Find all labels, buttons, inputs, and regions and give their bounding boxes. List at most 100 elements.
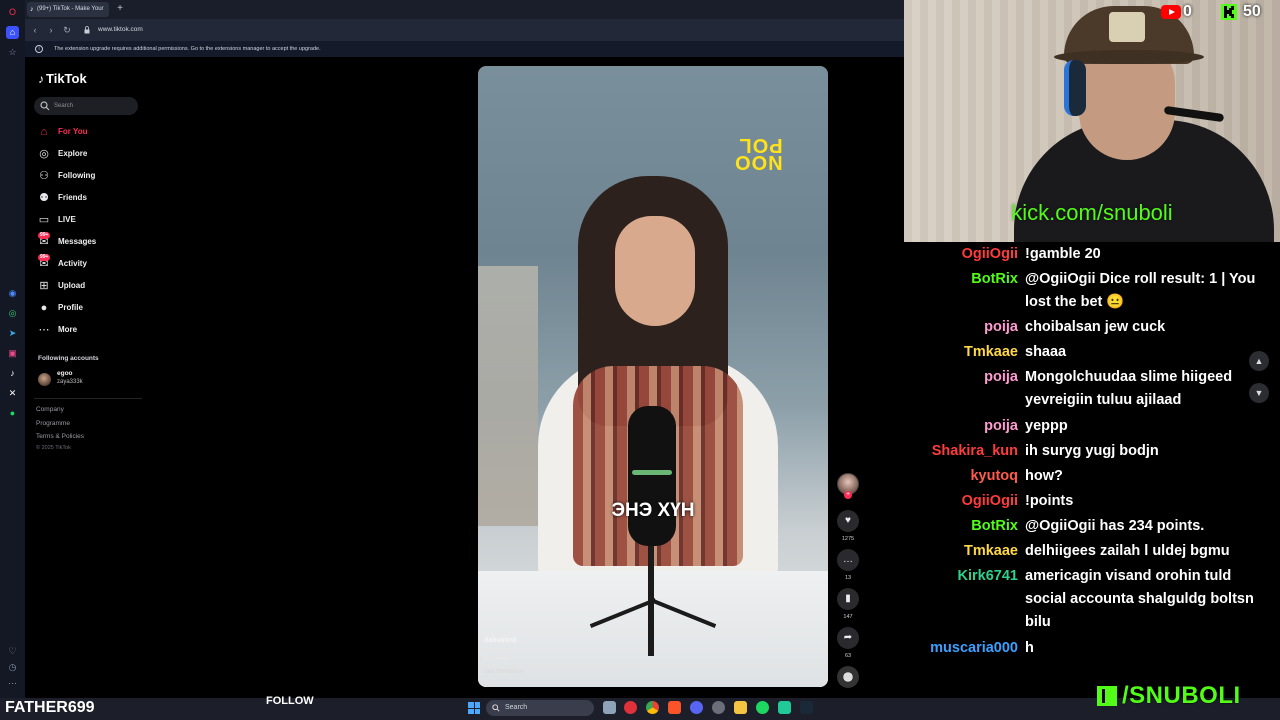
video-player[interactable]: NOO POL ЭНЭ ХҮН dahuvan0 Б.Ринчен See tra…: [478, 66, 828, 687]
share-count: 63: [844, 653, 852, 659]
youtube-icon: [1161, 5, 1181, 19]
chat-text: !points: [1025, 493, 1074, 509]
footer-link-company[interactable]: Company: [36, 406, 64, 413]
x-icon[interactable]: ✕: [6, 387, 19, 400]
kick-url: kick.com/snuboli: [1011, 200, 1173, 225]
brave-icon[interactable]: [668, 701, 681, 714]
nav-label: Messages: [58, 237, 97, 246]
avatar[interactable]: [38, 373, 51, 386]
file-explorer-icon[interactable]: [734, 701, 747, 714]
presenter-face: [615, 216, 695, 326]
steam-icon[interactable]: [800, 701, 813, 714]
chat-username[interactable]: OgiiOgii: [904, 490, 1018, 513]
chat-username[interactable]: Shakira_kun: [904, 440, 1018, 463]
tiktok-logo-text: TikTok: [46, 71, 87, 86]
nav-for-you[interactable]: ⌂ For You: [34, 122, 142, 142]
more-icon[interactable]: ⋯: [6, 677, 19, 690]
nav-following[interactable]: ⚇ Following: [34, 166, 142, 186]
heart-icon[interactable]: ♡: [6, 645, 19, 658]
streamer-name: FATHER699: [5, 699, 95, 716]
nav-label: Profile: [58, 303, 83, 312]
windows-start-button[interactable]: [468, 702, 480, 714]
nav-explore[interactable]: ◎ Explore: [34, 144, 142, 164]
nav-activity[interactable]: ✉ 99+ Activity: [34, 254, 142, 274]
search-icon: [492, 704, 500, 712]
chat-username[interactable]: kyutoq: [904, 465, 1018, 488]
nav-live[interactable]: ▭ LIVE: [34, 210, 142, 230]
chat-username[interactable]: Tmkaae: [904, 341, 1018, 364]
chat-username[interactable]: Tmkaae: [904, 540, 1018, 563]
video-caption: ЭНЭ ХҮН: [611, 500, 695, 521]
kick-icon: [1221, 4, 1237, 20]
video-author[interactable]: dahuvan0: [484, 637, 517, 644]
scroll-up-button[interactable]: ▲: [1249, 351, 1269, 371]
chat-username[interactable]: BotRix: [904, 515, 1018, 538]
tab-tiktok[interactable]: ♪ (99+) TikTok - Make Your: [27, 2, 109, 17]
microphone: [628, 406, 676, 546]
chat-text: @OgiiOgii has 234 points.: [1025, 518, 1205, 534]
nav-more[interactable]: ⋯ More: [34, 320, 142, 340]
search-input[interactable]: Search: [34, 97, 138, 115]
chat-username[interactable]: muscaria000: [904, 637, 1018, 660]
tiktok-icon[interactable]: ♪: [6, 367, 19, 380]
footer-link-terms[interactable]: Terms & Policies: [36, 433, 84, 440]
obs-icon[interactable]: [712, 701, 725, 714]
telegram-icon[interactable]: ➤: [6, 327, 19, 340]
chat-username[interactable]: poija: [904, 366, 1018, 389]
nav-upload[interactable]: ⊞ Upload: [34, 276, 142, 296]
taskbar-search-input[interactable]: Search: [486, 700, 594, 716]
chat-username[interactable]: Kirk6741: [904, 565, 1018, 588]
chat-text: delhiigees zailah l uldej bgmu: [1025, 543, 1230, 559]
like-count: 1275: [841, 536, 855, 542]
share-button[interactable]: ➦: [837, 627, 859, 649]
opera-logo-icon[interactable]: O: [6, 6, 19, 19]
footer-link-programme[interactable]: Programme: [36, 420, 70, 427]
chat-text: choibalsan jew cuck: [1025, 319, 1166, 335]
messages-badge: 99+: [38, 232, 51, 239]
nav-profile[interactable]: ● Profile: [34, 298, 142, 318]
discord-icon[interactable]: [690, 701, 703, 714]
chat-username[interactable]: BotRix: [904, 268, 1018, 291]
opera-icon[interactable]: [624, 701, 637, 714]
comment-button[interactable]: …: [837, 549, 859, 571]
tiktok-logo[interactable]: ♪ TikTok: [38, 70, 87, 88]
following-icon: ⚇: [39, 170, 49, 182]
whatsapp-icon[interactable]: ◎: [6, 307, 19, 320]
scroll-down-button[interactable]: ▼: [1249, 383, 1269, 403]
history-icon[interactable]: ◷: [6, 661, 19, 674]
reload-button[interactable]: ↻: [61, 24, 73, 36]
spotify-icon[interactable]: [756, 701, 769, 714]
chrome-icon[interactable]: [646, 701, 659, 714]
bookmark-icon[interactable]: ☆: [6, 46, 19, 59]
chat-text: ih suryg yugj bodjn: [1025, 443, 1159, 459]
save-count: 147: [843, 614, 853, 620]
chat-username[interactable]: poija: [904, 316, 1018, 339]
back-button[interactable]: ‹: [29, 24, 41, 36]
chat-username[interactable]: poija: [904, 415, 1018, 438]
windows-logo-pane: [474, 702, 480, 708]
brand-logo: NOO POL: [734, 134, 783, 173]
follow-plus-icon[interactable]: +: [844, 491, 852, 499]
new-tab-button[interactable]: +: [114, 3, 126, 15]
app-icon[interactable]: [778, 701, 791, 714]
chat-username[interactable]: OgiiOgii: [904, 243, 1018, 266]
see-translation-link[interactable]: See translation: [484, 669, 524, 675]
bookshelf: [478, 266, 538, 526]
url-input[interactable]: www.tiktok.com: [80, 23, 900, 37]
account-handle[interactable]: zaya333k: [57, 379, 83, 385]
upload-icon: ⊞: [39, 280, 49, 292]
spotify-icon[interactable]: ●: [6, 407, 19, 420]
account-name[interactable]: egoo: [57, 370, 73, 377]
forward-button[interactable]: ›: [45, 24, 57, 36]
save-button[interactable]: ▮: [837, 588, 859, 610]
windows-logo-pane: [474, 708, 480, 714]
home-icon: ⌂: [40, 126, 48, 138]
task-view-icon[interactable]: [603, 701, 616, 714]
messenger-icon[interactable]: ◉: [6, 287, 19, 300]
like-button[interactable]: ♥: [837, 510, 859, 532]
home-icon[interactable]: ⌂: [6, 26, 19, 39]
instagram-icon[interactable]: ▣: [6, 347, 19, 360]
music-disc[interactable]: [837, 666, 859, 688]
nav-messages[interactable]: ✉ 99+ Messages: [34, 232, 142, 252]
nav-friends[interactable]: ⚉ Friends: [34, 188, 142, 208]
